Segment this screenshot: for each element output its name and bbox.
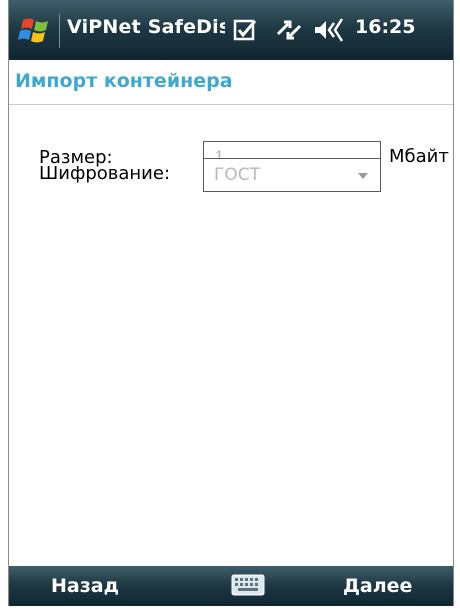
clock[interactable]: 16:25 [355, 16, 415, 38]
connectivity-icon[interactable] [274, 16, 304, 44]
app-title[interactable]: ViPNet SafeDisk [67, 16, 225, 38]
page-header: Импорт контейнера [9, 60, 453, 105]
status-bar: ViPNet SafeDisk 16:25 [9, 0, 453, 60]
page-title: Импорт контейнера [15, 70, 233, 92]
softkey-bar: Назад Далее [9, 566, 453, 606]
encryption-value: ГОСТ [214, 165, 261, 185]
encryption-label: Шифрование: [39, 163, 171, 184]
back-softkey[interactable]: Назад [51, 575, 119, 597]
keyboard-icon[interactable] [231, 574, 265, 596]
windows-start-icon[interactable] [17, 14, 53, 48]
status-separator [59, 14, 60, 48]
notification-icon[interactable] [233, 17, 259, 43]
volume-icon[interactable] [312, 17, 348, 43]
chevron-down-icon[interactable] [358, 173, 368, 179]
next-softkey[interactable]: Далее [343, 575, 412, 597]
size-unit-label: Мбайт [389, 146, 449, 167]
device-screen: ViPNet SafeDisk 16:25 Импорт контейнера … [8, 0, 454, 606]
encryption-select[interactable]: ГОСТ [203, 158, 381, 192]
